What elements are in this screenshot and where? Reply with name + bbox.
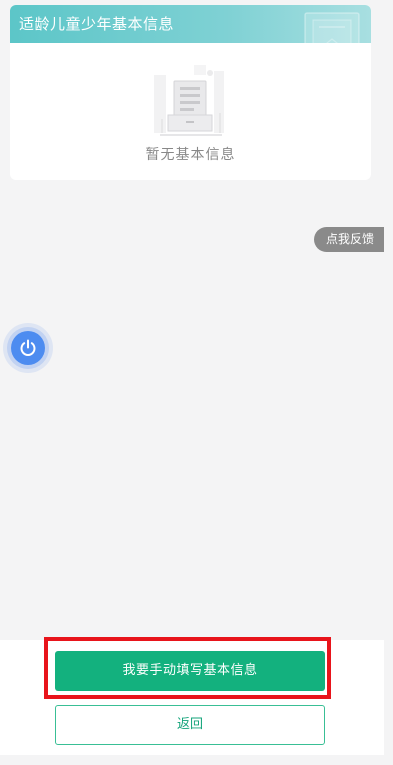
back-button[interactable]: 返回: [55, 705, 325, 745]
power-icon: [20, 339, 36, 356]
document-decoration-icon: [304, 12, 360, 43]
empty-document-illustration: [154, 65, 224, 136]
basic-info-card: 适龄儿童少年基本信息 暂无基本信息: [10, 5, 371, 180]
empty-state-text: 暂无基本信息: [145, 147, 236, 163]
fill-basic-info-button[interactable]: 我要手动填写基本信息: [55, 651, 325, 691]
feedback-button[interactable]: 点我反馈: [314, 227, 384, 252]
power-button-core[interactable]: [11, 331, 45, 365]
card-header: 适龄儿童少年基本信息: [10, 5, 371, 43]
card-title: 适龄儿童少年基本信息: [19, 15, 175, 33]
floating-power-button[interactable]: [3, 323, 53, 373]
